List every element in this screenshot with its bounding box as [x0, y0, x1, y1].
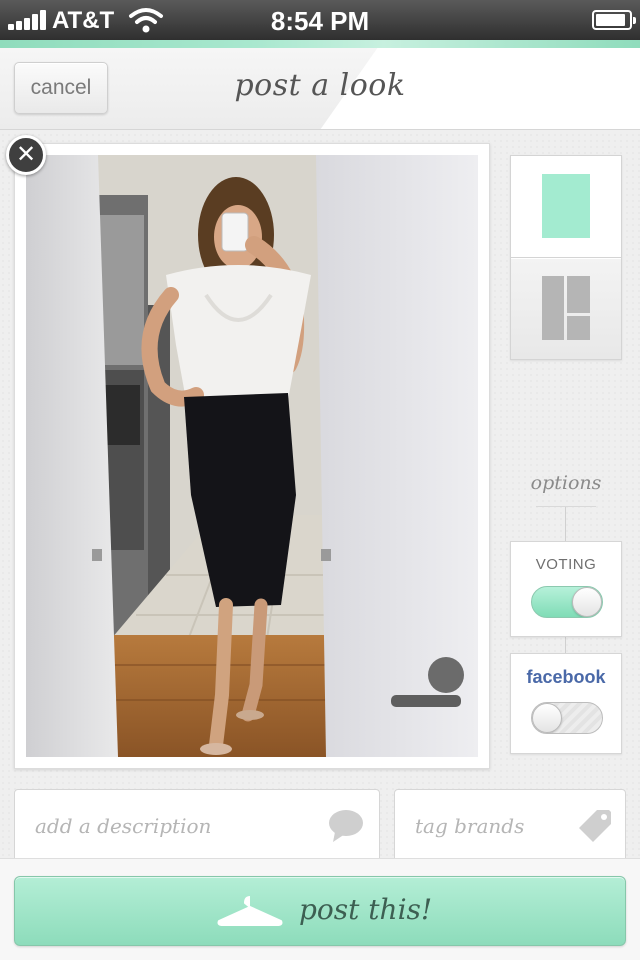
tag-icon [579, 810, 611, 842]
speech-bubble-icon [329, 810, 363, 842]
post-button-label: post this! [299, 893, 433, 926]
description-field[interactable] [14, 789, 380, 869]
voting-option: VOTING [510, 541, 622, 637]
facebook-option: facebook [510, 653, 622, 754]
grid-layout-option[interactable] [511, 259, 621, 359]
options-divider [536, 506, 596, 507]
voting-toggle-knob [572, 587, 602, 617]
close-icon[interactable]: ✕ [6, 135, 46, 175]
options-connector [565, 637, 566, 654]
mirror-selfie-illustration [26, 155, 478, 757]
options-heading: options [530, 472, 602, 494]
status-bar: AT&T 8:54 PM [0, 0, 640, 40]
clock: 8:54 PM [270, 6, 370, 36]
page-title: post a look [234, 68, 406, 103]
post-button[interactable]: post this! [14, 876, 626, 946]
tag-brands-input[interactable] [415, 810, 575, 842]
outfit-photo[interactable] [26, 155, 478, 757]
header: cancel post a look [0, 40, 640, 130]
photo-frame [14, 143, 490, 769]
layout-selector [510, 155, 622, 360]
single-layout-icon [542, 174, 590, 238]
battery-icon [592, 10, 636, 30]
facebook-toggle[interactable] [531, 702, 603, 734]
battery-level [596, 14, 625, 26]
tag-brands-field[interactable] [394, 789, 626, 869]
header-accent-strip [0, 40, 640, 48]
description-input[interactable] [35, 810, 325, 842]
options-connector [565, 507, 566, 542]
facebook-toggle-knob [532, 703, 562, 733]
facebook-label: facebook [526, 667, 606, 687]
hanger-icon [217, 896, 283, 926]
single-photo-layout-option[interactable] [511, 156, 621, 258]
voting-label: VOTING [535, 556, 597, 573]
voting-toggle[interactable] [531, 586, 603, 618]
